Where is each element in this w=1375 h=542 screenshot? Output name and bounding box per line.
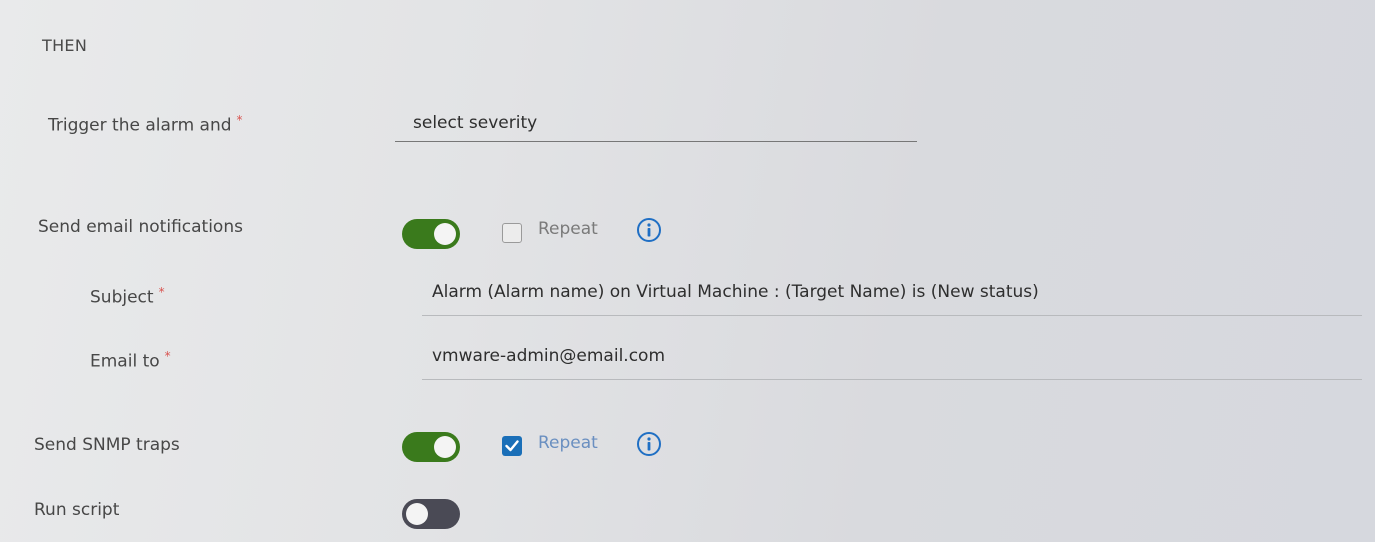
info-circle-icon[interactable] — [636, 217, 662, 243]
severity-select-value: select severity — [413, 113, 538, 133]
run-script-toggle[interactable] — [402, 499, 460, 529]
toggle-knob — [434, 436, 456, 458]
required-asterisk: * — [164, 349, 171, 363]
trigger-label-text: Trigger the alarm and — [48, 115, 232, 136]
email-notifications-label: Send email notifications — [38, 217, 243, 237]
snmp-traps-toggle[interactable] — [402, 432, 460, 462]
snmp-repeat-label[interactable]: Repeat — [538, 433, 598, 453]
trigger-label: Trigger the alarm and * — [48, 113, 243, 136]
severity-select[interactable]: select severity — [395, 108, 917, 142]
subject-label: Subject * — [90, 285, 165, 308]
toggle-knob — [434, 223, 456, 245]
required-asterisk: * — [236, 113, 243, 127]
email-to-input[interactable] — [432, 346, 1352, 366]
email-to-field[interactable] — [422, 340, 1362, 380]
required-asterisk: * — [158, 285, 165, 299]
email-to-label: Email to * — [90, 349, 171, 372]
email-repeat-label[interactable]: Repeat — [538, 219, 598, 239]
run-script-label: Run script — [34, 500, 120, 520]
email-to-label-text: Email to — [90, 351, 160, 372]
section-title: THEN — [42, 36, 88, 55]
toggle-knob — [406, 503, 428, 525]
subject-input[interactable] — [432, 282, 1352, 302]
subject-label-text: Subject — [90, 287, 154, 308]
email-repeat-checkbox[interactable] — [502, 223, 522, 243]
checkmark-icon — [505, 440, 519, 452]
email-notifications-toggle[interactable] — [402, 219, 460, 249]
snmp-traps-label: Send SNMP traps — [34, 435, 180, 455]
subject-field[interactable] — [422, 276, 1362, 316]
snmp-repeat-checkbox[interactable] — [502, 436, 522, 456]
info-circle-icon[interactable] — [636, 431, 662, 457]
